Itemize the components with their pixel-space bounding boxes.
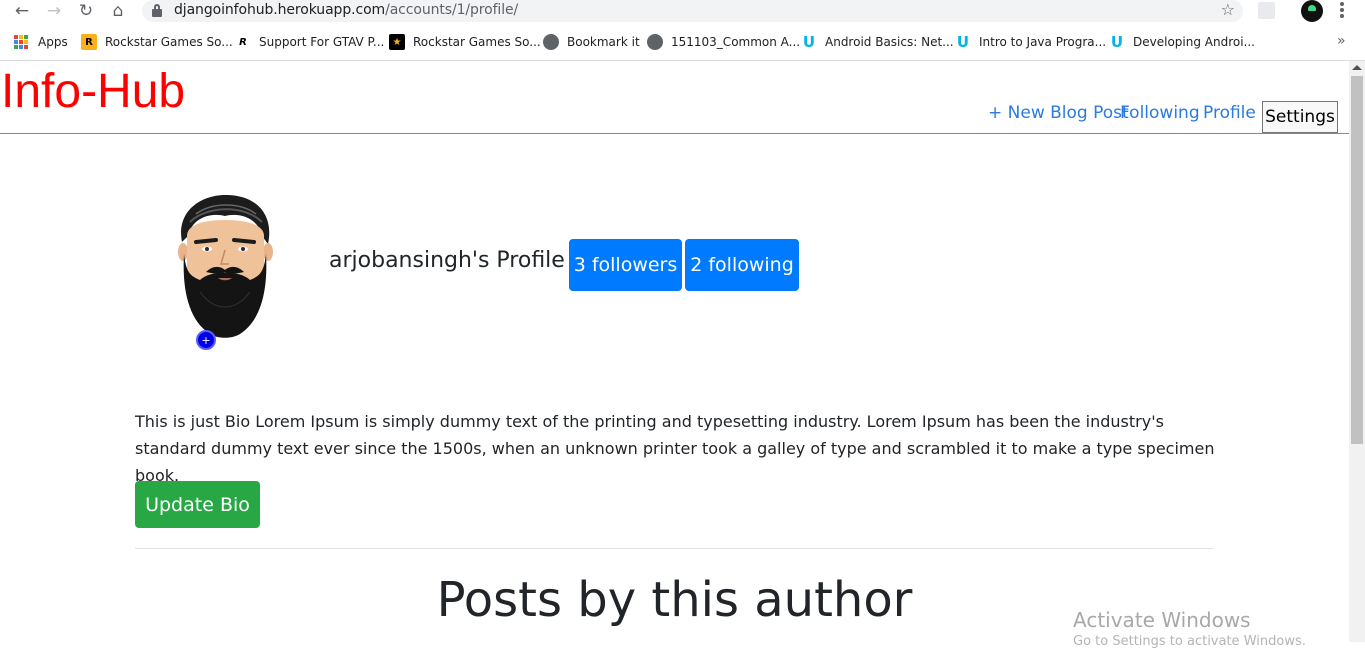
udacity-icon: U — [1110, 33, 1124, 51]
bookmark-developing-android[interactable]: U Developing Androi... — [1109, 33, 1255, 51]
following-link[interactable]: Following — [1120, 103, 1200, 123]
browser-menu-icon[interactable] — [1340, 2, 1344, 20]
bookmark-common[interactable]: 151103_Common A... — [647, 33, 800, 51]
star-icon: ★ — [389, 34, 405, 50]
bookmark-label: Intro to Java Progra... — [979, 35, 1107, 49]
address-bar[interactable]: djangoinfohub.herokuapp.com/accounts/1/p… — [142, 0, 1243, 22]
change-avatar-button[interactable]: + — [196, 330, 216, 350]
update-bio-button[interactable]: Update Bio — [135, 481, 260, 528]
bookmark-star-icon[interactable]: ☆ — [1221, 0, 1235, 19]
bookmark-apps[interactable]: Apps — [14, 33, 68, 51]
globe-icon — [647, 34, 663, 50]
bookmark-rockstar-1[interactable]: R Rockstar Games So... — [81, 33, 233, 51]
url-text[interactable]: djangoinfohub.herokuapp.com/accounts/1/p… — [174, 2, 518, 18]
profile-avatar — [178, 194, 273, 338]
home-icon[interactable]: ⌂ — [106, 0, 130, 22]
browser-toolbar: ← → ↻ ⌂ djangoinfohub.herokuapp.com/acco… — [0, 0, 1365, 22]
rockstar-r-icon: R — [239, 36, 247, 48]
site-title[interactable]: Info-Hub — [1, 64, 185, 120]
section-divider — [135, 548, 1213, 549]
globe-icon — [543, 34, 559, 50]
followers-button[interactable]: 3 followers — [569, 239, 682, 291]
bookmark-label: Developing Androi... — [1133, 35, 1255, 49]
bookmark-bookmark-it[interactable]: Bookmark it — [543, 33, 640, 51]
new-blog-post-link[interactable]: + New Blog Post — [988, 103, 1129, 123]
profile-link[interactable]: Profile — [1203, 103, 1256, 123]
bookmark-gtav-support[interactable]: R Support For GTAV P... — [235, 33, 384, 51]
browser-divider — [0, 60, 1365, 61]
bookmark-android-basics[interactable]: U Android Basics: Net... — [801, 33, 954, 51]
bookmark-rockstar-2[interactable]: ★ Rockstar Games So... — [389, 33, 541, 51]
apps-grid-icon — [14, 35, 28, 49]
bookmark-label: Bookmark it — [567, 35, 640, 49]
browser-profile-avatar[interactable] — [1301, 0, 1323, 22]
bookmark-label: Apps — [38, 35, 68, 49]
lock-icon — [152, 4, 162, 17]
bookmark-label: Rockstar Games So... — [105, 35, 233, 49]
activate-windows-watermark: Activate Windows — [1073, 608, 1251, 632]
back-icon[interactable]: ← — [10, 0, 34, 22]
reload-icon[interactable]: ↻ — [74, 0, 98, 22]
bookmark-label: Android Basics: Net... — [825, 35, 954, 49]
bookmarks-bar: Apps R Rockstar Games So... R Support Fo… — [0, 30, 1365, 54]
bookmark-label: Rockstar Games So... — [413, 35, 541, 49]
profile-heading: arjobansingh's Profile — [329, 248, 565, 273]
scroll-up-icon[interactable] — [1352, 65, 1362, 70]
forward-icon[interactable]: → — [42, 0, 66, 22]
bookmark-intro-java[interactable]: U Intro to Java Progra... — [955, 33, 1106, 51]
profile-bio: This is just Bio Lorem Ipsum is simply d… — [135, 412, 1215, 485]
extension-icon[interactable] — [1258, 2, 1275, 19]
rockstar-icon: R — [81, 34, 97, 50]
scrollbar-thumb[interactable] — [1351, 76, 1363, 444]
settings-button[interactable]: Settings — [1262, 101, 1338, 133]
bookmark-label: 151103_Common A... — [671, 35, 801, 49]
bookmarks-overflow-button[interactable]: » — [1337, 33, 1346, 49]
bookmark-label: Support For GTAV P... — [259, 35, 385, 49]
udacity-icon: U — [802, 33, 816, 51]
following-button[interactable]: 2 following — [685, 239, 799, 291]
header-divider — [0, 133, 1349, 134]
udacity-icon: U — [956, 33, 970, 51]
